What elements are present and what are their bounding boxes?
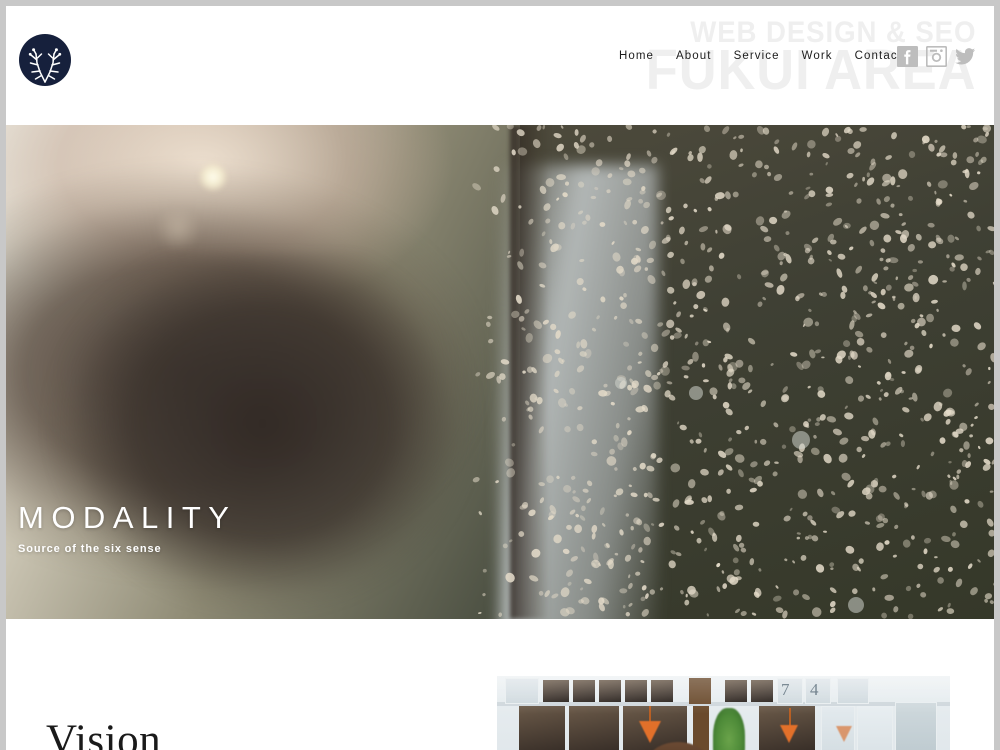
- twitter-icon: [955, 48, 976, 65]
- social-links[interactable]: [897, 46, 976, 67]
- page-root: WEB DESIGN & SEO FUKUI AREA Home About S…: [6, 6, 994, 750]
- deer-antler-logo-icon: [19, 34, 71, 86]
- shop-display-window: [519, 706, 565, 750]
- twitter-link[interactable]: [955, 46, 976, 67]
- facebook-link[interactable]: [897, 46, 918, 67]
- shop-number-7: 7: [781, 680, 790, 699]
- shop-pane: [895, 702, 937, 750]
- shop-window: [725, 680, 747, 702]
- facebook-icon: [897, 46, 918, 67]
- main-navigation[interactable]: Home About Service Work Contact: [619, 50, 902, 62]
- nav-item-work[interactable]: Work: [802, 50, 833, 62]
- vision-section: Vision 7 4: [6, 619, 994, 750]
- shop-window: [599, 680, 621, 702]
- shop-window: [625, 680, 647, 702]
- nav-item-home[interactable]: Home: [619, 50, 654, 62]
- hero-banner: MODALITY Source of the six sense: [6, 125, 994, 619]
- shop-window: [689, 678, 711, 704]
- nav-item-service[interactable]: Service: [734, 50, 780, 62]
- shop-door: [693, 706, 709, 750]
- shop-pane: [857, 706, 893, 750]
- nav-item-contact[interactable]: Contact: [855, 50, 902, 62]
- shop-lamp: [780, 725, 798, 743]
- shop-display-window: [569, 706, 619, 750]
- hero-subtitle: Source of the six sense: [18, 543, 162, 555]
- shop-plant: [713, 708, 745, 750]
- instagram-icon: [926, 46, 947, 67]
- shop-window: [751, 680, 773, 702]
- shop-window: [573, 680, 595, 702]
- vision-heading: Vision: [46, 717, 162, 750]
- instagram-link[interactable]: [926, 46, 947, 67]
- shop-lamp: [639, 721, 661, 743]
- vision-image: 7 4: [497, 676, 950, 750]
- hero-title: MODALITY: [18, 499, 237, 535]
- hero-title-block: MODALITY Source of the six sense: [18, 499, 237, 555]
- shop-lamp-stem: [649, 706, 651, 722]
- nav-item-about[interactable]: About: [676, 50, 712, 62]
- site-logo[interactable]: [17, 32, 73, 88]
- shop-number-4: 4: [810, 680, 819, 699]
- shop-window: [651, 680, 673, 702]
- site-header: WEB DESIGN & SEO FUKUI AREA Home About S…: [6, 6, 994, 125]
- shop-pane: [505, 678, 539, 704]
- shop-window: [543, 680, 569, 702]
- shop-lamp-stem: [789, 708, 791, 726]
- shop-lamp: [836, 726, 852, 742]
- shop-pane: [837, 678, 869, 704]
